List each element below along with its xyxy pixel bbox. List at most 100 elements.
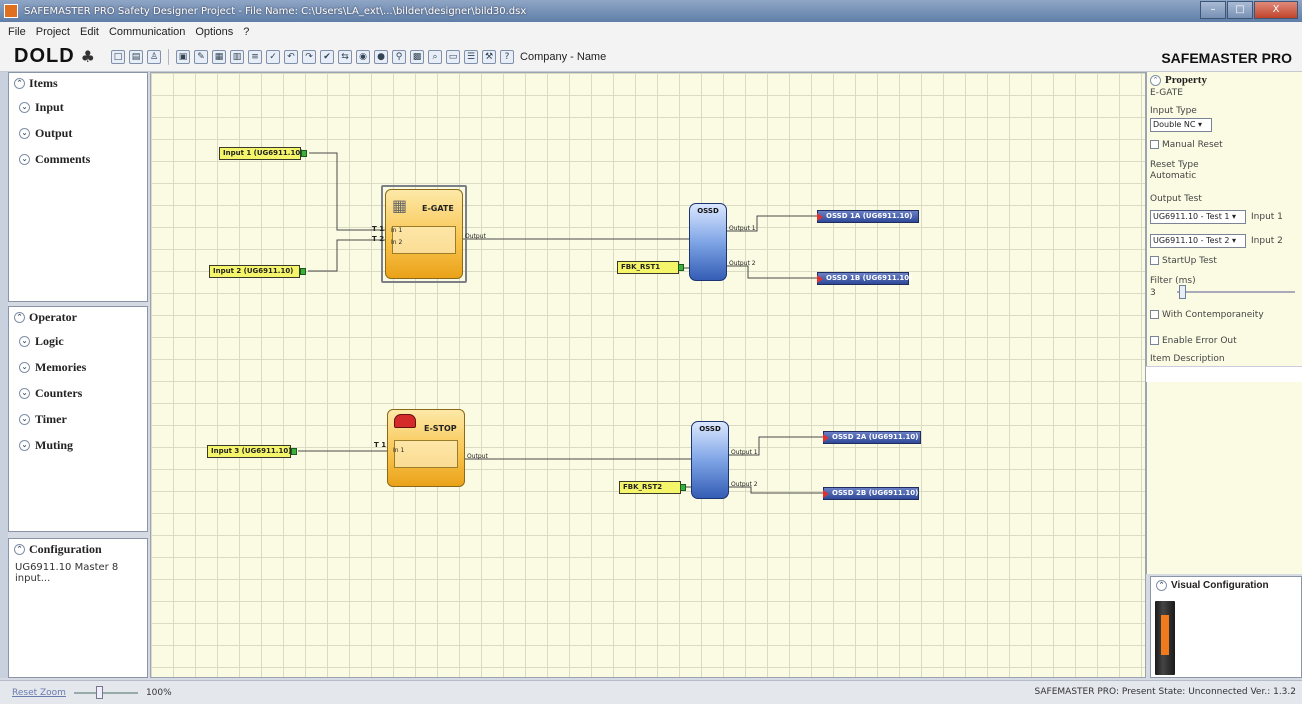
- output-block[interactable]: OSSD 1A (UG6911.10): [817, 210, 919, 223]
- output-pin[interactable]: [291, 448, 297, 455]
- input-label: Input 3 (UG6911.10): [211, 447, 292, 455]
- group-muting[interactable]: ⌄ Muting: [9, 432, 147, 458]
- group-counters[interactable]: ⌄ Counters: [9, 380, 147, 406]
- output-pin[interactable]: [301, 150, 307, 157]
- chevron-down-icon[interactable]: ⌄: [19, 361, 30, 373]
- validate-icon[interactable]: ✔: [320, 49, 335, 64]
- save-icon[interactable]: ▣: [176, 49, 191, 64]
- output-pin[interactable]: [680, 484, 686, 491]
- output-pin[interactable]: [300, 268, 306, 275]
- record-icon[interactable]: ◉: [356, 49, 371, 64]
- chevron-down-icon[interactable]: ⌄: [19, 153, 30, 165]
- chevron-up-icon[interactable]: ⌃: [14, 78, 25, 89]
- operator-panel-header[interactable]: ⌃ Operator: [9, 307, 147, 328]
- test2-select[interactable]: UG6911.10 - Test 2 ▾: [1150, 234, 1246, 248]
- close-button[interactable]: X: [1254, 1, 1298, 19]
- edit-icon[interactable]: ✎: [194, 49, 209, 64]
- feedback-input[interactable]: FBK_RST2: [619, 481, 686, 494]
- monitor-icon[interactable]: ⚲: [392, 49, 407, 64]
- print-icon[interactable]: ▦: [212, 49, 227, 64]
- group-label: Input: [35, 99, 64, 114]
- checkbox-icon[interactable]: [1150, 140, 1159, 149]
- group-comments[interactable]: ⌄ Comments: [9, 146, 147, 172]
- output-block[interactable]: OSSD 1B (UG6911.10): [817, 272, 912, 285]
- items-panel-header[interactable]: ⌃ Items: [9, 73, 147, 94]
- person-icon[interactable]: ♙: [147, 49, 162, 64]
- checkbox-icon[interactable]: [1150, 310, 1159, 319]
- chevron-up-icon[interactable]: ⌃: [1156, 580, 1167, 591]
- chip-icon[interactable]: ▩: [410, 49, 425, 64]
- menu-edit[interactable]: Edit: [80, 26, 99, 38]
- enable-error-out-checkbox[interactable]: Enable Error Out: [1150, 336, 1237, 346]
- property-header[interactable]: ⌃ Property: [1150, 74, 1207, 86]
- tools-icon[interactable]: ⚒: [482, 49, 497, 64]
- design-canvas[interactable]: Input 1 (UG6911.10) Input 2 (UG6911.10) …: [150, 72, 1146, 678]
- redo-icon[interactable]: ↷: [302, 49, 317, 64]
- menu-file[interactable]: File: [8, 26, 26, 38]
- chevron-down-icon[interactable]: ⌄: [19, 101, 30, 113]
- group-timer[interactable]: ⌄ Timer: [9, 406, 147, 432]
- ossd-block[interactable]: OSSD: [691, 421, 729, 499]
- reset-zoom-link[interactable]: Reset Zoom: [12, 688, 66, 698]
- group-logic[interactable]: ⌄ Logic: [9, 328, 147, 354]
- menu-project[interactable]: Project: [36, 26, 70, 38]
- chevron-down-icon[interactable]: ⌄: [19, 439, 30, 451]
- list-icon[interactable]: ☰: [464, 49, 479, 64]
- input-block[interactable]: Input 2 (UG6911.10): [209, 265, 306, 278]
- items-panel-title: Items: [29, 76, 58, 90]
- help-icon[interactable]: ?: [500, 49, 515, 64]
- input-type-select[interactable]: Double NC ▾: [1150, 118, 1212, 132]
- print-preview-icon[interactable]: ▥: [230, 49, 245, 64]
- app-icon: [4, 4, 18, 18]
- undo-icon[interactable]: ↶: [284, 49, 299, 64]
- group-memories[interactable]: ⌄ Memories: [9, 354, 147, 380]
- test2-value: UG6911.10 - Test 2: [1153, 236, 1230, 245]
- output-block[interactable]: OSSD 2B (UG6911.10): [823, 487, 919, 500]
- input-block[interactable]: Input 1 (UG6911.10): [219, 147, 307, 160]
- checkbox-icon[interactable]: [1150, 336, 1159, 345]
- chevron-up-icon[interactable]: ⌃: [14, 312, 25, 323]
- open-icon[interactable]: ▤: [129, 49, 144, 64]
- chevron-down-icon[interactable]: ⌄: [19, 413, 30, 425]
- group-output[interactable]: ⌄ Output: [9, 120, 147, 146]
- connect-icon[interactable]: ⇆: [338, 49, 353, 64]
- output-block[interactable]: OSSD 2A (UG6911.10): [823, 431, 921, 444]
- zoom-slider-thumb[interactable]: [95, 685, 103, 699]
- feedback-input[interactable]: FBK_RST1: [617, 261, 684, 274]
- startup-test-checkbox[interactable]: StartUp Test: [1150, 256, 1217, 266]
- configuration-text[interactable]: UG6911.10 Master 8 input...: [9, 560, 147, 586]
- visual-configuration-header[interactable]: ⌃ Visual Configuration: [1151, 577, 1301, 594]
- zoom-icon[interactable]: ⌕: [428, 49, 443, 64]
- chevron-up-icon[interactable]: ⌃: [14, 544, 25, 555]
- chevron-down-icon[interactable]: ⌄: [19, 387, 30, 399]
- document-icon[interactable]: ▭: [446, 49, 461, 64]
- manual-reset-checkbox[interactable]: Manual Reset: [1150, 140, 1223, 150]
- output-pin[interactable]: [678, 264, 684, 271]
- item-description-input[interactable]: [1146, 366, 1302, 382]
- new-project-icon[interactable]: □: [111, 49, 126, 64]
- filter-slider-thumb[interactable]: [1179, 285, 1186, 299]
- group-input[interactable]: ⌄ Input: [9, 94, 147, 120]
- filter-slider-track[interactable]: [1177, 291, 1295, 293]
- menu-help[interactable]: ?: [243, 26, 249, 38]
- settings-icon[interactable]: ✓: [266, 49, 281, 64]
- group-label: Comments: [35, 151, 91, 166]
- minimize-button[interactable]: –: [1200, 1, 1226, 19]
- input-block[interactable]: Input 3 (UG6911.10): [207, 445, 297, 458]
- chevron-down-icon[interactable]: ⌄: [19, 335, 30, 347]
- contemporaneity-checkbox[interactable]: With Contemporaneity: [1150, 310, 1264, 320]
- report-icon[interactable]: ≡: [248, 49, 263, 64]
- stop-icon[interactable]: ●: [374, 49, 389, 64]
- maximize-button[interactable]: □: [1227, 1, 1253, 19]
- configuration-panel-header[interactable]: ⌃ Configuration: [9, 539, 147, 560]
- test1-select[interactable]: UG6911.10 - Test 1 ▾: [1150, 210, 1246, 224]
- egate-block[interactable]: ▦ E-GATE: [385, 189, 463, 279]
- checkbox-icon[interactable]: [1150, 256, 1159, 265]
- ossd-block[interactable]: OSSD: [689, 203, 727, 281]
- chevron-up-icon[interactable]: ⌃: [1150, 74, 1161, 86]
- chevron-down-icon[interactable]: ⌄: [19, 127, 30, 139]
- menu-options[interactable]: Options: [195, 26, 233, 38]
- menu-communication[interactable]: Communication: [109, 26, 185, 38]
- configuration-panel: ⌃ Configuration UG6911.10 Master 8 input…: [8, 538, 148, 678]
- zoom-slider[interactable]: [73, 685, 138, 699]
